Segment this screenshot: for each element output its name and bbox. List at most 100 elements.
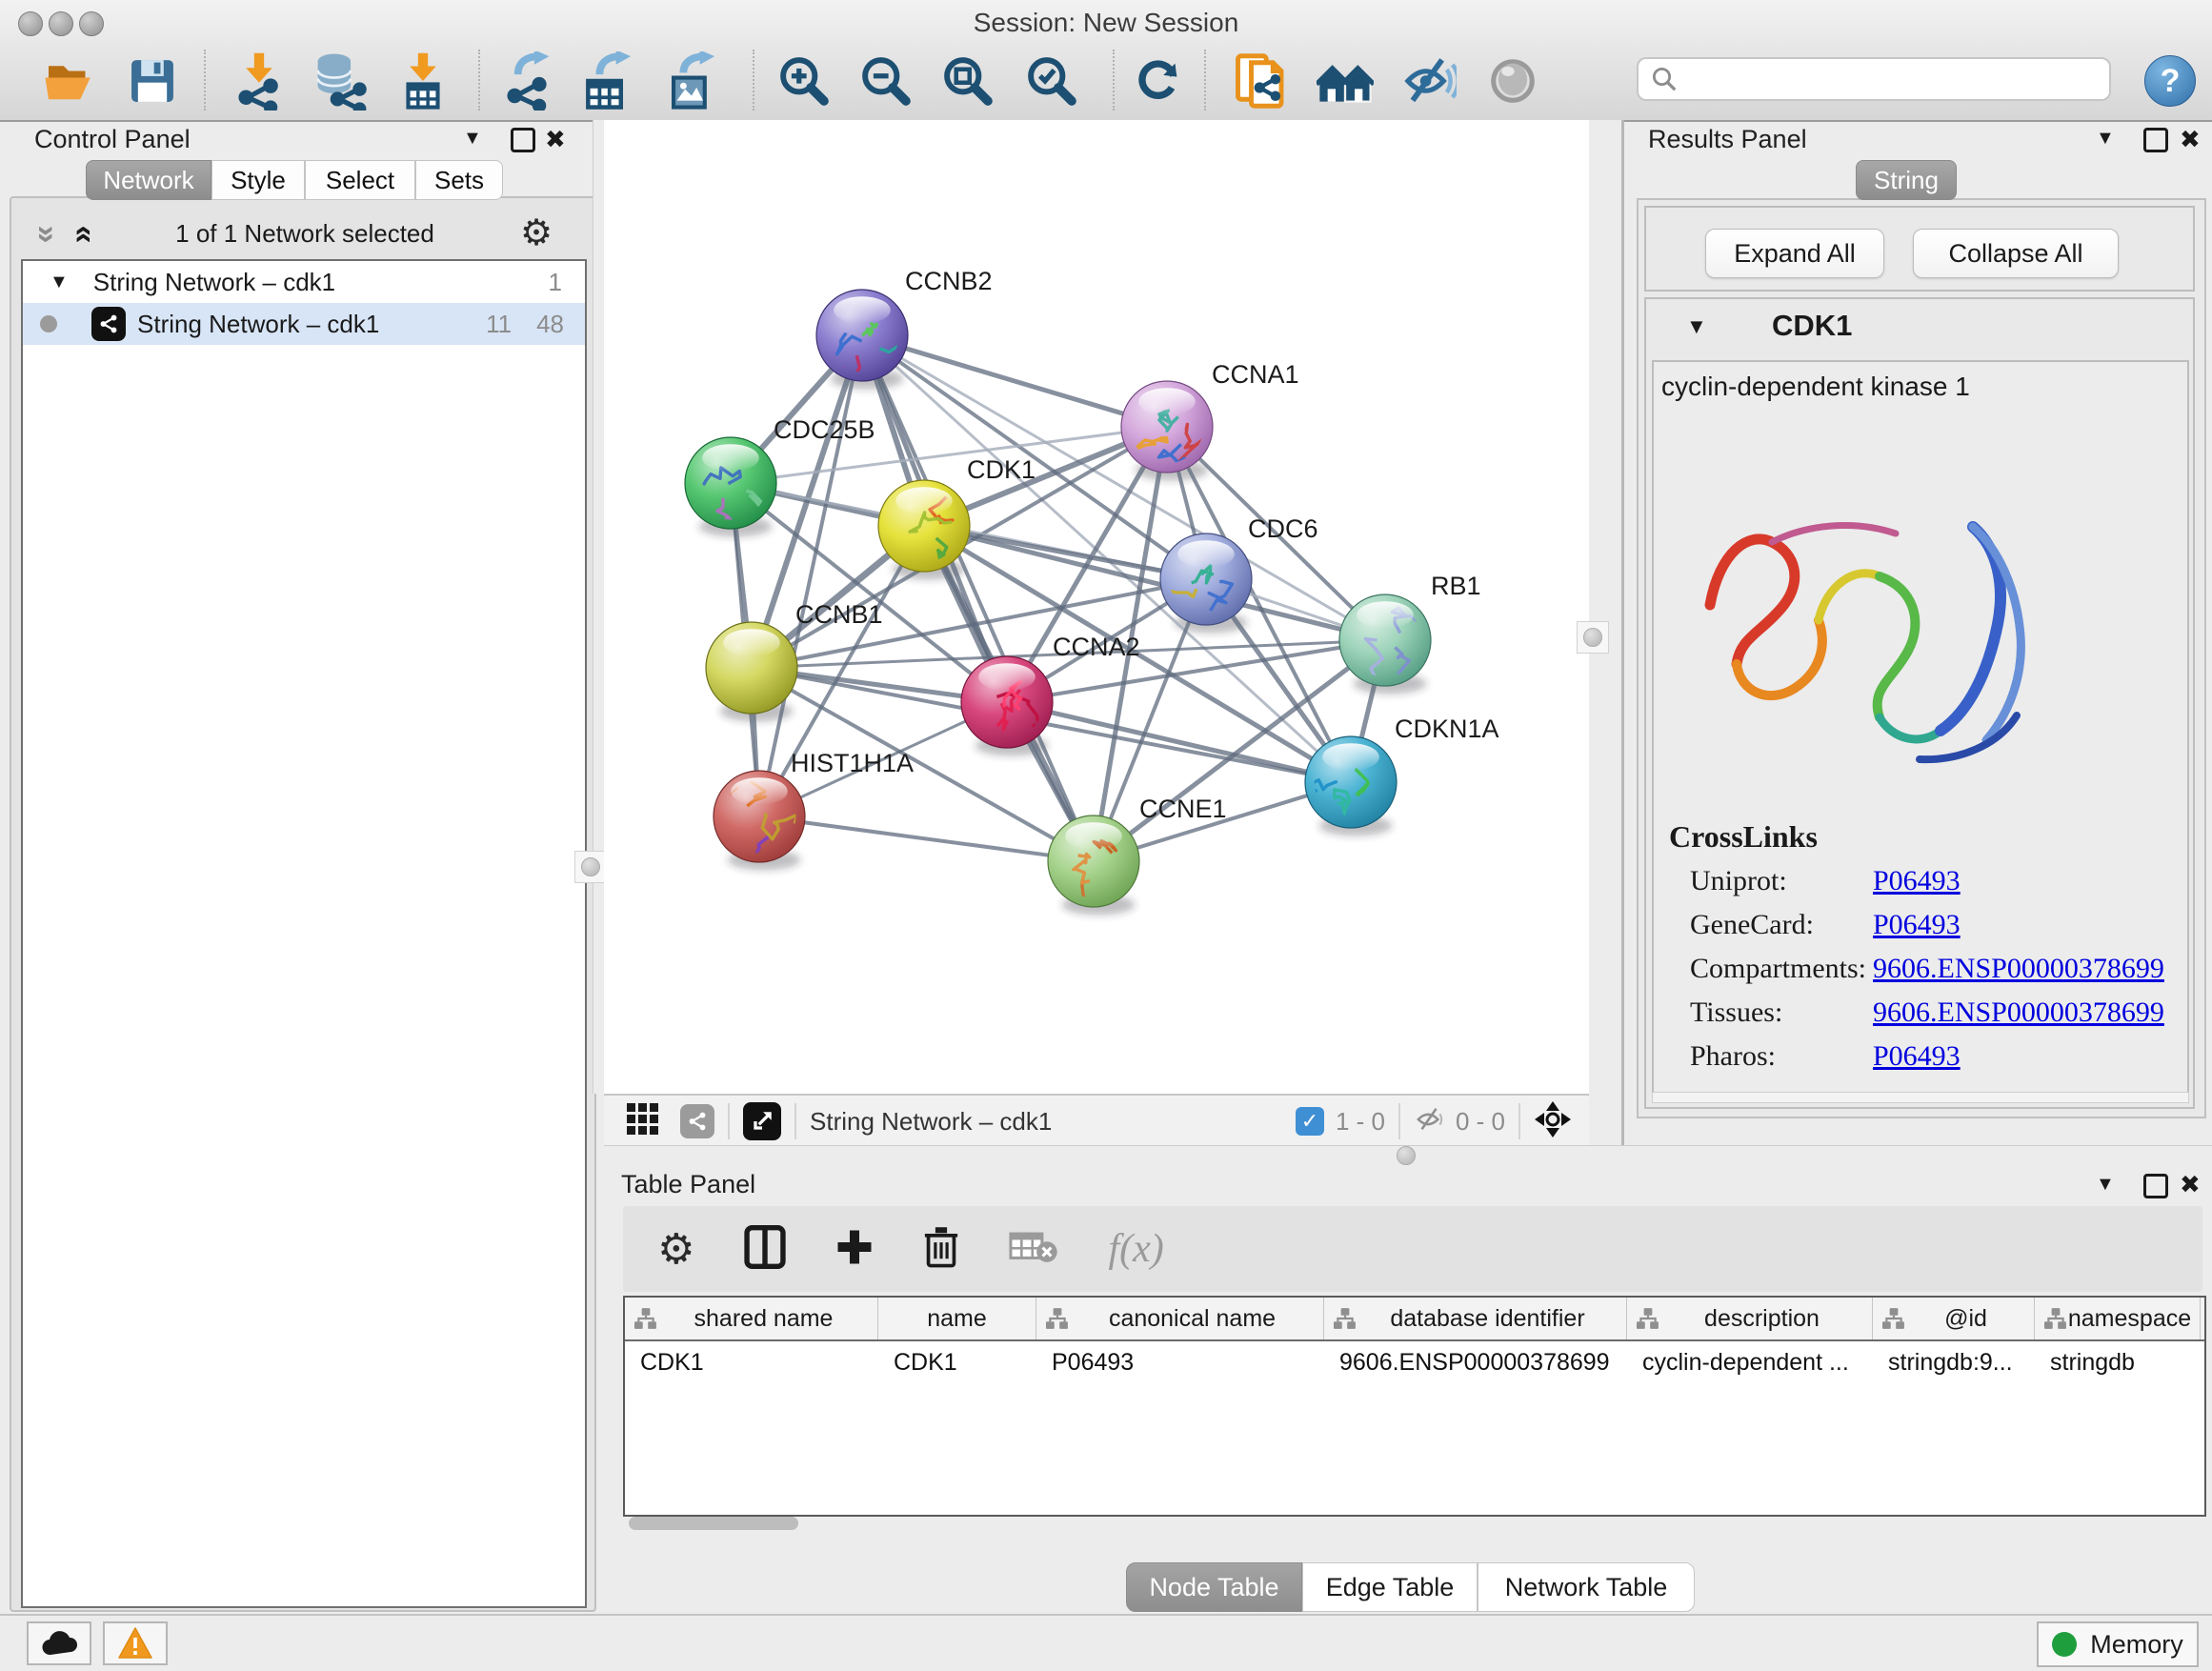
network-edge-HIST1H1A-CCNE1[interactable] bbox=[759, 816, 1094, 861]
results-scrollbar-track[interactable] bbox=[1652, 1092, 2189, 1103]
column-header-canonical-name[interactable]: canonical name bbox=[1036, 1298, 1324, 1339]
crosslink-value-link[interactable]: P06493 bbox=[1873, 909, 1961, 941]
export-image-icon[interactable] bbox=[663, 51, 720, 111]
collapse-triangle-icon[interactable]: ▼ bbox=[50, 272, 69, 293]
table-cell[interactable]: 9606.ENSP00000378699 bbox=[1339, 1343, 1623, 1381]
table-settings-gear-icon[interactable]: ⚙ bbox=[657, 1225, 694, 1274]
network-edge-CCNB2-CCNE1[interactable] bbox=[862, 335, 1094, 861]
delete-column-icon[interactable] bbox=[923, 1226, 959, 1273]
network-selection-status: 1 of 1 Network selected bbox=[114, 219, 495, 249]
results-panel-float-icon[interactable] bbox=[2143, 128, 2168, 152]
tab-node-table[interactable]: Node Table bbox=[1126, 1562, 1302, 1612]
selected-checkbox-icon[interactable]: ✓ bbox=[1296, 1107, 1324, 1136]
column-header--id[interactable]: @id bbox=[1873, 1298, 2035, 1339]
warning-status-box[interactable] bbox=[103, 1621, 168, 1665]
network-edge-CCNA2-CDKN1A[interactable] bbox=[1007, 702, 1351, 782]
control-panel-menu-icon[interactable]: ▼ bbox=[463, 128, 482, 150]
zoom-in-icon[interactable] bbox=[775, 51, 833, 111]
zoom-fit-icon[interactable] bbox=[939, 51, 996, 111]
string-style-icon[interactable] bbox=[680, 1104, 714, 1138]
tab-network[interactable]: Network bbox=[86, 160, 211, 200]
collapse-all-button[interactable]: Collapse All bbox=[1913, 229, 2119, 278]
crosslink-value-link[interactable]: 9606.ENSP00000378699 bbox=[1873, 997, 2164, 1029]
left-splitter-handle[interactable] bbox=[574, 851, 607, 883]
clone-network-icon[interactable] bbox=[1233, 51, 1290, 111]
network-canvas[interactable]: CCNB2CCNA1CDC25BCDK1CDC6RB1CCNB1CCNA2CDK… bbox=[604, 120, 1589, 1094]
network-options-gear-icon[interactable]: ⚙ bbox=[520, 211, 553, 254]
birds-eye-view-icon[interactable] bbox=[1534, 1100, 1572, 1143]
export-table-icon[interactable] bbox=[579, 51, 636, 111]
first-neighbors-icon[interactable] bbox=[1317, 51, 1374, 111]
tab-network-table[interactable]: Network Table bbox=[1478, 1562, 1695, 1612]
expand-all-button[interactable]: Expand All bbox=[1705, 229, 1884, 278]
memory-button[interactable]: Memory bbox=[2037, 1621, 2199, 1667]
table-cell[interactable]: CDK1 bbox=[894, 1343, 1033, 1381]
open-session-icon[interactable] bbox=[40, 51, 97, 111]
table-hscrollbar-thumb[interactable] bbox=[629, 1517, 798, 1530]
network-status-dot bbox=[40, 315, 57, 332]
network-graph[interactable]: CCNB2CCNA1CDC25BCDK1CDC6RB1CCNB1CCNA2CDK… bbox=[604, 120, 1589, 1094]
table-cell[interactable]: stringdb:9... bbox=[1888, 1343, 2031, 1381]
add-column-icon[interactable] bbox=[835, 1228, 874, 1271]
results-panel-close-icon[interactable]: ✖ bbox=[2180, 125, 2201, 154]
table-panel-close-icon[interactable]: ✖ bbox=[2180, 1170, 2201, 1199]
node-label-CDKN1A: CDKN1A bbox=[1395, 715, 1499, 743]
table-cell[interactable]: P06493 bbox=[1052, 1343, 1320, 1381]
import-network-file-icon[interactable] bbox=[231, 51, 288, 111]
horizontal-splitter-handle[interactable] bbox=[1397, 1146, 1416, 1165]
column-header-database-identifier[interactable]: database identifier bbox=[1324, 1298, 1627, 1339]
delete-table-icon[interactable] bbox=[1009, 1229, 1058, 1270]
save-session-icon[interactable] bbox=[124, 51, 181, 111]
node-label-HIST1H1A: HIST1H1A bbox=[791, 749, 914, 777]
open-in-new-icon[interactable] bbox=[743, 1102, 781, 1140]
inactive-eye-icon[interactable] bbox=[1484, 51, 1541, 111]
network-collection-row[interactable]: ▼ String Network – cdk1 1 bbox=[23, 261, 585, 303]
results-panel-menu-icon[interactable]: ▼ bbox=[2096, 128, 2115, 150]
show-columns-icon[interactable] bbox=[744, 1225, 786, 1274]
toolbar-separator bbox=[1204, 50, 1206, 111]
right-splitter[interactable] bbox=[1589, 120, 1621, 1094]
network-edge-CCNB2-CCNA1[interactable] bbox=[862, 335, 1167, 427]
network-row-selected[interactable]: String Network – cdk1 11 48 bbox=[23, 303, 585, 345]
import-table-file-icon[interactable] bbox=[394, 51, 452, 111]
control-panel-close-icon[interactable]: ✖ bbox=[545, 125, 566, 154]
right-splitter-handle[interactable] bbox=[1577, 621, 1609, 654]
hidden-eye-icon[interactable] bbox=[1414, 1105, 1446, 1138]
zoom-selected-icon[interactable] bbox=[1023, 51, 1080, 111]
crosslink-value-link[interactable]: 9606.ENSP00000378699 bbox=[1873, 953, 2164, 985]
crosslink-label: GeneCard: bbox=[1690, 909, 1873, 941]
grid-view-icon[interactable] bbox=[627, 1103, 659, 1140]
column-header-description[interactable]: description bbox=[1627, 1298, 1873, 1339]
gene-collapse-triangle-icon[interactable]: ▼ bbox=[1686, 314, 1707, 339]
tab-string[interactable]: String bbox=[1856, 160, 1957, 200]
refresh-icon[interactable] bbox=[1130, 51, 1187, 111]
cloud-status-box[interactable] bbox=[27, 1621, 91, 1665]
collapse-all-chevron-icon[interactable]: » bbox=[37, 226, 56, 244]
gene-symbol: CDK1 bbox=[1772, 309, 1852, 343]
zoom-out-icon[interactable] bbox=[857, 51, 915, 111]
table-cell[interactable]: cyclin-dependent ... bbox=[1642, 1343, 1869, 1381]
function-builder-icon[interactable]: f(x) bbox=[1108, 1226, 1163, 1272]
tab-style[interactable]: Style bbox=[211, 160, 305, 200]
export-network-icon[interactable] bbox=[499, 51, 556, 111]
column-header-namespace[interactable]: namespace bbox=[2035, 1298, 2201, 1339]
column-header-shared-name[interactable]: shared name bbox=[625, 1298, 878, 1339]
memory-status-dot bbox=[2052, 1632, 2077, 1657]
table-panel-menu-icon[interactable]: ▼ bbox=[2096, 1174, 2115, 1196]
help-button[interactable]: ? bbox=[2144, 55, 2196, 107]
search-input[interactable] bbox=[1679, 65, 2092, 94]
warning-icon bbox=[117, 1626, 153, 1661]
crosslink-value-link[interactable]: P06493 bbox=[1873, 865, 1961, 897]
crosslink-value-link[interactable]: P06493 bbox=[1873, 1040, 1961, 1073]
expand-all-chevron-icon[interactable]: » bbox=[71, 226, 90, 244]
column-header-name[interactable]: name bbox=[878, 1298, 1036, 1339]
tab-select[interactable]: Select bbox=[305, 160, 415, 200]
table-panel-float-icon[interactable] bbox=[2143, 1174, 2168, 1198]
table-cell[interactable]: CDK1 bbox=[640, 1343, 875, 1381]
control-panel-float-icon[interactable] bbox=[511, 128, 535, 152]
table-cell[interactable]: stringdb bbox=[2050, 1343, 2197, 1381]
show-hide-icon[interactable] bbox=[1400, 51, 1458, 111]
tab-sets[interactable]: Sets bbox=[415, 160, 503, 200]
tab-edge-table[interactable]: Edge Table bbox=[1302, 1562, 1478, 1612]
import-network-database-icon[interactable] bbox=[311, 51, 368, 111]
